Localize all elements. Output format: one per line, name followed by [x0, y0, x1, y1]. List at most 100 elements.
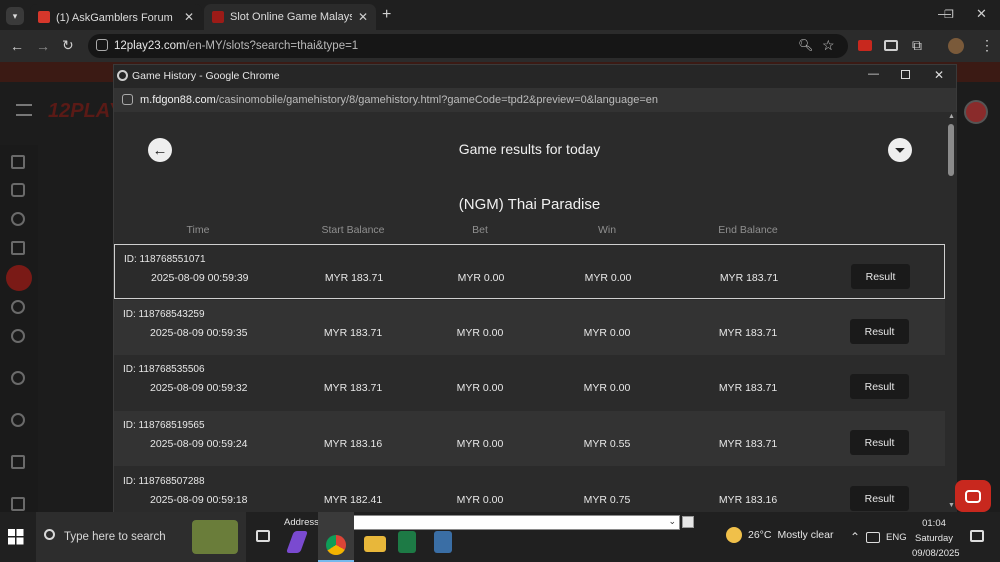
row-time: 2025-08-09 00:59:18 [150, 494, 248, 506]
notification-icon[interactable] [970, 530, 984, 542]
address-bar[interactable]: 12play23.com/en-MY/slots?search=thai&typ… [88, 34, 848, 58]
result-button[interactable]: Result [850, 486, 909, 511]
scrollbar-thumb[interactable] [948, 124, 954, 176]
column-header-start-balance: Start Balance [321, 224, 385, 236]
row-bet: MYR 0.00 [456, 438, 504, 450]
slots-active-icon[interactable] [6, 265, 32, 291]
spreadsheet-app-icon[interactable] [398, 531, 416, 553]
cards-icon[interactable] [11, 241, 25, 255]
popup-close-icon[interactable]: ✕ [934, 68, 944, 82]
row-end-balance: MYR 183.71 [718, 327, 778, 339]
dropdown-chevron-icon[interactable]: ⌄ [668, 516, 676, 527]
result-button[interactable]: Result [851, 264, 910, 289]
clock-date: 09/08/2025 [912, 548, 960, 559]
esports-icon[interactable] [11, 371, 25, 385]
popup-maximize-icon[interactable] [901, 70, 910, 79]
search-highlight-image-icon [192, 520, 238, 554]
gamepad-icon[interactable] [11, 183, 25, 197]
row-end-balance: MYR 183.16 [718, 494, 778, 506]
sports-ball-icon[interactable] [11, 212, 25, 226]
row-id: ID: 118768551071 [124, 254, 206, 265]
calculator-app-icon[interactable] [434, 531, 452, 553]
maximize-icon[interactable]: ❐ [944, 8, 954, 21]
row-start-balance: MYR 182.41 [323, 494, 383, 506]
windows-start-button[interactable] [8, 529, 24, 550]
task-view-icon[interactable] [256, 530, 270, 542]
row-id: ID: 118768507288 [123, 476, 205, 487]
lottery-icon[interactable] [11, 329, 25, 343]
result-button[interactable]: Result [850, 374, 909, 399]
zoom-icon[interactable]: 🔍︎ [798, 38, 813, 52]
language-flag-icon[interactable] [964, 100, 988, 124]
tab-search-button[interactable]: ▾ [6, 7, 24, 25]
popup-url-bar[interactable]: m.fdgon88.com/casinomobile/gamehistory/8… [114, 88, 956, 112]
result-button[interactable]: Result [850, 319, 909, 344]
row-bet: MYR 0.00 [456, 494, 504, 506]
info-icon[interactable] [11, 497, 25, 511]
column-header-bet: Bet [472, 224, 488, 236]
row-time: 2025-08-09 00:59:35 [150, 327, 248, 339]
forward-icon[interactable]: → [36, 38, 50, 54]
table-row[interactable]: ID: 118768543259 2025-08-09 00:59:35 MYR… [114, 300, 945, 355]
table-row[interactable]: ID: 118768551071 2025-08-09 00:59:39 MYR… [114, 244, 945, 299]
vip-diamond-icon[interactable] [11, 455, 25, 469]
tray-chevron-up-icon[interactable]: ⌃ [850, 530, 860, 544]
language-indicator[interactable]: ENG [886, 532, 907, 543]
tab-12play[interactable]: Slot Online Game Malaysia | Top ✕ [204, 4, 376, 30]
menu-kebab-icon[interactable]: ⋮ [980, 37, 994, 54]
extension-screen-icon[interactable] [884, 40, 898, 51]
close-window-icon[interactable]: ✕ [976, 6, 987, 22]
fishing-icon[interactable] [11, 300, 25, 314]
moon-cloud-icon [726, 527, 742, 543]
scroll-up-arrow-icon[interactable]: ▲ [948, 113, 955, 120]
popup-minimize-icon[interactable]: — [868, 68, 879, 80]
tab-title: Slot Online Game Malaysia | Top [230, 11, 352, 23]
new-tab-button[interactable]: + [382, 6, 391, 24]
tab-title: (1) AskGamblers Forum 🏅 Bes [56, 11, 178, 24]
live-chat-button[interactable] [955, 480, 991, 512]
network-icon[interactable] [866, 532, 880, 543]
12play-favicon-icon [212, 11, 224, 23]
hamburger-icon[interactable] [16, 104, 32, 116]
askgamblers-favicon-icon [38, 11, 50, 23]
weather-widget[interactable]: 26°C Mostly clear [726, 527, 833, 543]
extensions-puzzle-icon[interactable]: ⧉ [912, 37, 922, 54]
row-time: 2025-08-09 00:59:24 [150, 438, 248, 450]
table-row[interactable]: ID: 118768519565 2025-08-09 00:59:24 MYR… [114, 411, 945, 466]
table-row[interactable]: ID: 118768535506 2025-08-09 00:59:32 MYR… [114, 355, 945, 410]
row-win: MYR 0.55 [583, 438, 631, 450]
profile-avatar[interactable] [948, 38, 964, 54]
home-icon[interactable] [11, 155, 25, 169]
tab-askgamblers[interactable]: (1) AskGamblers Forum 🏅 Bes ✕ [30, 4, 202, 30]
reload-icon[interactable]: ↻ [62, 37, 74, 54]
column-header-win: Win [597, 224, 617, 236]
taskbar-search-placeholder: Type here to search [64, 531, 166, 543]
row-start-balance: MYR 183.71 [323, 327, 383, 339]
taskbar-search-box[interactable]: Type here to search [36, 512, 246, 562]
row-end-balance: MYR 183.71 [719, 272, 779, 284]
result-button[interactable]: Result [850, 430, 909, 455]
taskbar-clock[interactable]: 01:04 Saturday 09/08/2025 [912, 516, 960, 561]
bookmark-star-icon[interactable]: ☆ [822, 37, 835, 54]
column-header-end-balance: End Balance [718, 224, 778, 236]
close-icon[interactable]: ✕ [184, 10, 194, 24]
filter-button[interactable]: ⏷ [888, 138, 912, 162]
chevron-down-icon: ▾ [12, 10, 18, 21]
weather-temp: 26°C [748, 529, 772, 541]
weather-desc: Mostly clear [777, 529, 834, 541]
row-win: MYR 0.00 [583, 327, 631, 339]
row-id: ID: 118768543259 [123, 309, 205, 320]
scroll-down-arrow-icon[interactable]: ▼ [948, 502, 955, 509]
back-icon[interactable]: ← [10, 38, 24, 54]
promotion-icon[interactable] [11, 413, 25, 427]
site-info-icon[interactable] [122, 94, 133, 105]
site-info-icon[interactable] [96, 39, 108, 51]
table-row[interactable]: ID: 118768507288 2025-08-09 00:59:18 MYR… [114, 467, 945, 512]
extension-hd-icon[interactable] [858, 40, 872, 51]
popup-url-path: /casinomobile/gamehistory/8/gamehistory.… [215, 94, 659, 106]
address-toolbar-input[interactable]: ⌄ [318, 515, 680, 530]
close-icon[interactable]: ✕ [358, 10, 368, 24]
chrome-app-icon[interactable] [326, 535, 346, 555]
address-go-icon[interactable] [682, 516, 694, 528]
file-explorer-icon[interactable] [364, 536, 386, 552]
